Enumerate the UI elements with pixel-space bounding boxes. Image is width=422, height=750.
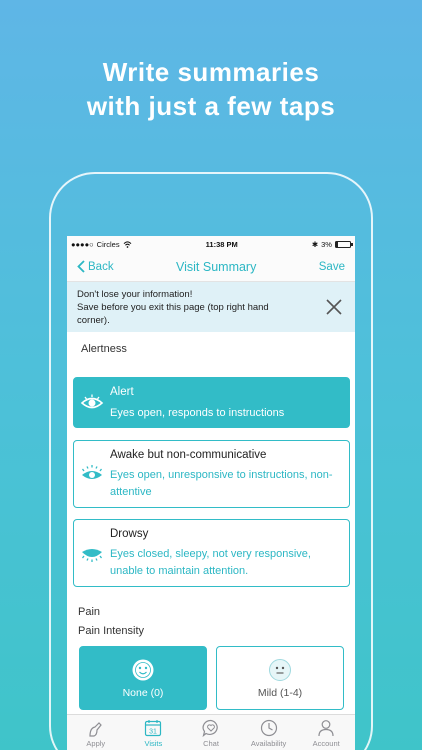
headline: Write summaries with just a few taps	[0, 55, 422, 123]
banner-line-1: Don't lose your information!	[77, 288, 193, 300]
warning-banner: Don't lose your information! Save before…	[67, 282, 355, 332]
pain-label: Pain	[78, 606, 101, 618]
tab-account[interactable]: Account	[297, 715, 355, 750]
option-title: Alert	[110, 386, 134, 398]
tab-label: Apply	[86, 739, 106, 748]
option-title: Awake but non-communicative	[110, 449, 267, 461]
tab-label: Account	[312, 739, 340, 748]
banner-close-button[interactable]	[323, 296, 345, 318]
nav-bar: Back Visit Summary Save	[67, 252, 355, 282]
chevron-left-icon	[77, 260, 85, 273]
page-title: Visit Summary	[176, 259, 257, 274]
tab-apply[interactable]: Apply	[67, 715, 125, 750]
headline-line-2: with just a few taps	[86, 91, 336, 121]
tab-availability[interactable]: Availability	[240, 715, 298, 750]
eye-open-icon	[80, 394, 104, 409]
pain-option-mild[interactable]: Mild (1-4)	[216, 646, 344, 710]
signal-dots-icon: ●●●●○	[71, 239, 94, 249]
pain-option-none[interactable]: None (0)	[79, 646, 207, 710]
eye-closed-icon	[81, 549, 103, 562]
calendar-icon: 31	[145, 720, 162, 737]
tab-bar: Apply 31 Visits Chat Availability Accoun…	[67, 714, 355, 750]
clock-icon	[260, 719, 277, 737]
smiley-face-icon	[132, 659, 154, 680]
alertness-option-awake[interactable]: Awake but non-communicative Eyes open, u…	[73, 440, 350, 508]
alertness-label: Alertness	[81, 343, 127, 355]
calendar-badge: 31	[149, 729, 157, 736]
apply-icon	[89, 722, 102, 737]
tab-visits[interactable]: 31 Visits	[125, 715, 183, 750]
option-description: Eyes open, responds to instructions	[110, 407, 285, 419]
status-time: 11:38 PM	[205, 239, 238, 249]
option-title: Drowsy	[110, 528, 149, 540]
pain-option-label: Mild (1-4)	[257, 686, 303, 699]
phone-screen: ●●●●○ Circles 11:38 PM ✱ 3% Back Visit S…	[67, 236, 355, 750]
option-description: Eyes open, unresponsive to instructions,…	[110, 469, 333, 498]
carrier-name: Circles	[96, 239, 120, 249]
back-button[interactable]: Back	[77, 260, 114, 273]
battery-icon	[334, 240, 353, 248]
neutral-face-icon	[269, 658, 291, 681]
headline-line-1: Write summaries	[102, 57, 320, 87]
user-icon	[318, 720, 334, 737]
wifi-icon	[123, 240, 131, 248]
status-bar: ●●●●○ Circles 11:38 PM ✱ 3%	[67, 236, 355, 252]
banner-text: Don't lose your information! Save before…	[77, 288, 302, 327]
bluetooth-icon: ✱	[311, 239, 319, 249]
alertness-option-alert[interactable]: Alert Eyes open, responds to instruction…	[73, 377, 350, 428]
chat-heart-icon	[202, 719, 218, 738]
close-icon	[326, 299, 342, 315]
banner-line-2: Save before you exit this page (top righ…	[77, 301, 269, 326]
alertness-option-drowsy[interactable]: Drowsy Eyes closed, sleepy, not very res…	[73, 519, 350, 587]
pain-option-label: None (0)	[122, 686, 164, 699]
save-button[interactable]: Save	[319, 261, 345, 273]
back-label: Back	[88, 260, 114, 273]
pain-intensity-label: Pain Intensity	[78, 625, 145, 637]
option-description: Eyes closed, sleepy, not very responsive…	[110, 548, 311, 577]
tab-label: Chat	[203, 739, 219, 748]
eye-lashes-icon	[81, 465, 103, 479]
battery-percent: 3%	[321, 239, 332, 249]
tab-label: Availability	[250, 739, 287, 748]
tab-chat[interactable]: Chat	[182, 715, 240, 750]
tab-label: Visits	[144, 739, 163, 748]
